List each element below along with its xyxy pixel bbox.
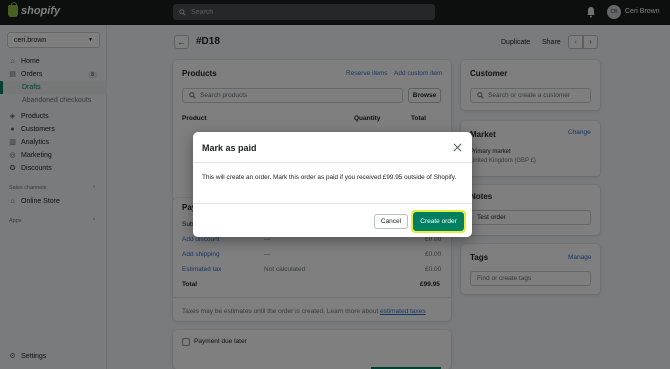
create-order-button[interactable]: Create order <box>413 212 464 231</box>
mark-as-paid-dialog: Mark as paid This will create an order. … <box>193 132 472 237</box>
divider <box>193 203 472 204</box>
cancel-button[interactable]: Cancel <box>374 214 408 229</box>
dialog-message: This will create an order. Mark this ord… <box>202 174 457 181</box>
dialog-title: Mark as paid <box>202 143 257 153</box>
close-button[interactable] <box>452 142 463 153</box>
divider <box>193 162 472 163</box>
close-icon <box>453 143 462 152</box>
